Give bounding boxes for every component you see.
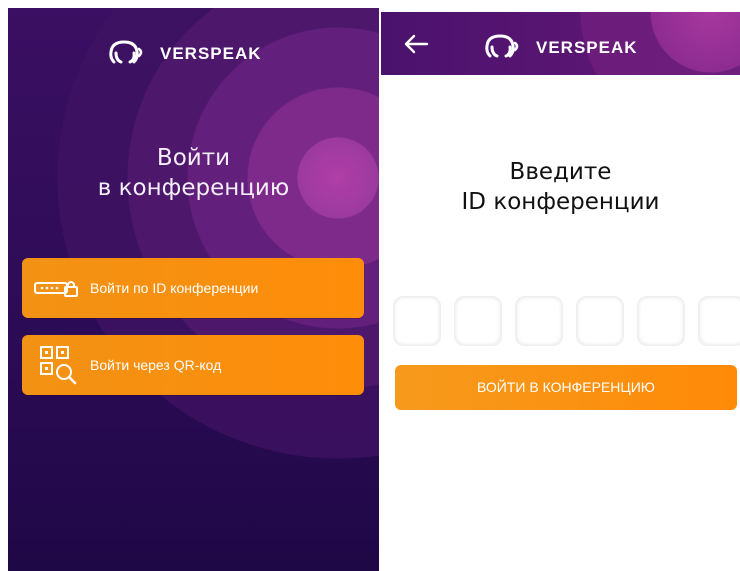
id-digit-input[interactable] (454, 296, 502, 346)
login-screen: VERSPEAK Войти в конференцию Войти по ID… (8, 8, 379, 571)
join-by-qr-button[interactable]: Войти через QR-код (22, 335, 364, 395)
id-digit-input[interactable] (576, 296, 624, 346)
title-line-2: в конференцию (97, 175, 290, 201)
page-title: Войти в конференцию (8, 143, 379, 203)
join-by-id-button[interactable]: Войти по ID конференции (22, 258, 364, 318)
headset-logo-icon (108, 38, 152, 70)
title-line-1: Войти (156, 145, 231, 171)
join-by-qr-label: Войти через QR-код (90, 357, 222, 373)
app-logo: VERSPEAK (484, 32, 638, 64)
enter-id-prompt: Введите ID конференции (381, 157, 740, 217)
arrow-left-icon[interactable] (403, 34, 429, 54)
keyboard-lock-icon (32, 278, 84, 298)
id-digit-input[interactable] (637, 296, 685, 346)
brand-name: VERSPEAK (536, 38, 638, 57)
conference-id-inputs (393, 296, 740, 346)
enter-id-screen: VERSPEAK Введите ID конференции ВОЙТИ В … (381, 12, 740, 571)
id-digit-input[interactable] (393, 296, 441, 346)
prompt-line-1: Введите (509, 159, 612, 185)
app-logo: VERSPEAK (108, 38, 262, 70)
id-digit-input[interactable] (698, 296, 740, 346)
join-by-id-label: Войти по ID конференции (90, 280, 259, 296)
brand-name: VERSPEAK (160, 44, 262, 63)
id-digit-input[interactable] (515, 296, 563, 346)
header-bar: VERSPEAK (381, 12, 740, 75)
headset-logo-icon (484, 32, 528, 64)
qr-search-icon (32, 344, 84, 386)
join-conference-button[interactable]: ВОЙТИ В КОНФЕРЕНЦИЮ (395, 365, 737, 410)
prompt-line-2: ID конференции (461, 189, 660, 215)
